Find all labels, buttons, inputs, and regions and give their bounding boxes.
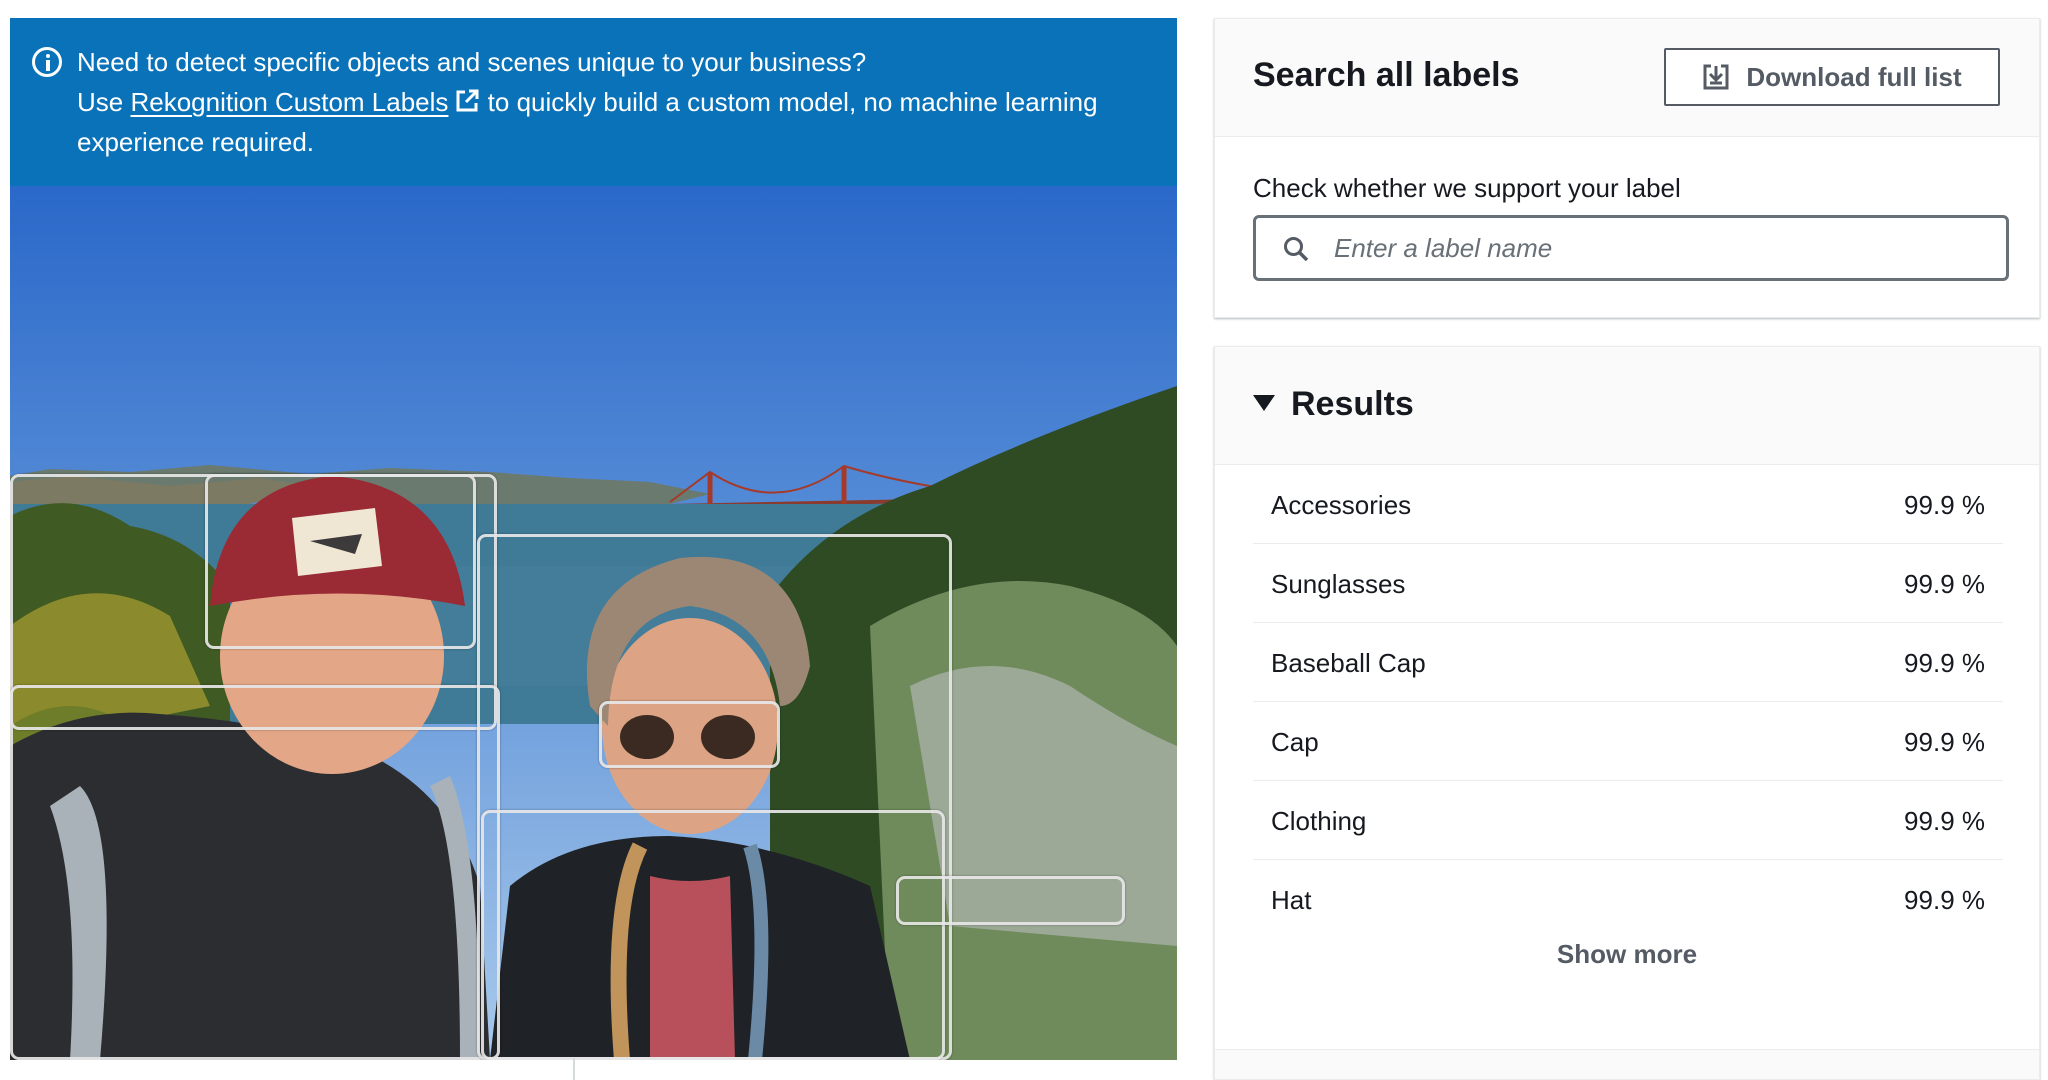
download-full-list-button[interactable]: Download full list <box>1664 48 2000 106</box>
info-banner: Need to detect specific objects and scen… <box>10 18 1177 186</box>
results-title: Results <box>1291 385 1414 423</box>
analyzed-photo <box>10 186 1177 1060</box>
info-banner-text: Need to detect specific objects and scen… <box>77 42 1147 162</box>
show-more-button[interactable]: Show more <box>1215 939 2039 970</box>
result-label: Sunglasses <box>1271 569 1406 599</box>
result-confidence: 99.9 % <box>1904 490 1985 520</box>
result-label: Accessories <box>1271 490 1412 520</box>
info-banner-line2: Use Rekognition Custom Labels to quickly… <box>77 82 1147 162</box>
result-confidence: 99.9 % <box>1904 569 1985 599</box>
result-row: Sunglasses 99.9 % <box>1253 544 2003 623</box>
result-confidence: 99.9 % <box>1904 648 1985 678</box>
bbox-clothing-left <box>10 685 500 1060</box>
bbox-accessory-strap <box>896 876 1125 925</box>
result-label: Cap <box>1271 727 1319 757</box>
image-panel: Need to detect specific objects and scen… <box>10 18 1177 1080</box>
result-row: Accessories 99.9 % <box>1253 465 2003 544</box>
custom-labels-link[interactable]: Rekognition Custom Labels <box>130 87 480 117</box>
search-icon <box>1284 237 1309 262</box>
info-banner-line1: Need to detect specific objects and scen… <box>77 47 867 77</box>
download-icon <box>1703 64 1729 90</box>
bbox-sunglasses <box>599 701 780 768</box>
result-row: Cap 99.9 % <box>1253 702 2003 781</box>
search-labels-card: Search all labels Download full list Che… <box>1214 18 2040 318</box>
label-search-box[interactable] <box>1253 215 2009 281</box>
bbox-clothing-right <box>481 810 945 1060</box>
caret-down-icon <box>1253 395 1275 411</box>
external-link-icon <box>456 89 479 112</box>
result-label: Baseball Cap <box>1271 648 1426 678</box>
result-confidence: 99.9 % <box>1904 727 1985 757</box>
results-card: Results Accessories 99.9 % Sunglasses 99… <box>1214 346 2040 1080</box>
search-card-title: Search all labels <box>1253 56 1520 94</box>
result-row: Hat 99.9 % <box>1253 860 2003 939</box>
image-panel-divider <box>573 1058 575 1080</box>
custom-labels-link-text: Rekognition Custom Labels <box>130 87 449 117</box>
result-row: Clothing 99.9 % <box>1253 781 2003 860</box>
results-list: Accessories 99.9 % Sunglasses 99.9 % Bas… <box>1253 465 2003 939</box>
download-button-label: Download full list <box>1746 61 1962 92</box>
search-card-header: Search all labels Download full list <box>1215 19 2039 137</box>
info-banner-use-prefix: Use <box>77 87 131 117</box>
info-icon <box>32 47 62 77</box>
result-label: Clothing <box>1271 806 1367 836</box>
result-confidence: 99.9 % <box>1904 885 1985 915</box>
next-section-header <box>1215 1049 2039 1079</box>
result-label: Hat <box>1271 885 1312 915</box>
label-search-input[interactable] <box>1334 222 1994 274</box>
result-confidence: 99.9 % <box>1904 806 1985 836</box>
results-section-toggle[interactable]: Results <box>1215 347 2039 465</box>
label-check-field-label: Check whether we support your label <box>1253 173 1681 203</box>
result-row: Baseball Cap 99.9 % <box>1253 623 2003 702</box>
